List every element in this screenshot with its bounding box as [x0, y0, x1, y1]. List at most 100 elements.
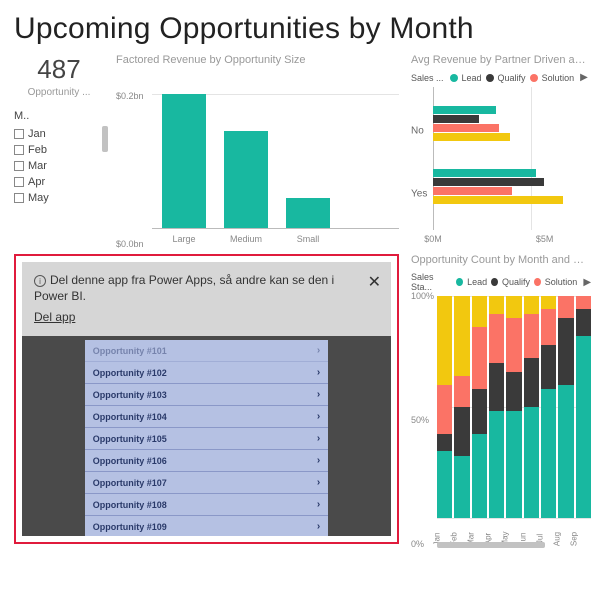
slicer-item-label: Jan	[28, 128, 46, 140]
bar-segment[interactable]	[558, 296, 573, 318]
bar-segment[interactable]	[506, 318, 521, 371]
share-app-link[interactable]: Del app	[34, 310, 75, 324]
bar-segment[interactable]	[558, 318, 573, 385]
hbar[interactable]	[433, 196, 563, 204]
stacked-column[interactable]	[541, 296, 556, 518]
opportunity-list[interactable]: Opportunity #101› Opportunity #102› Oppo…	[85, 340, 329, 536]
list-item[interactable]: Opportunity #101›	[85, 340, 329, 362]
list-item[interactable]: Opportunity #106›	[85, 450, 329, 472]
list-item[interactable]: Opportunity #103›	[85, 384, 329, 406]
list-item[interactable]: Opportunity #107›	[85, 472, 329, 494]
bar-segment[interactable]	[454, 376, 469, 407]
slicer-item-jan[interactable]: Jan	[14, 126, 104, 142]
stacked-column[interactable]	[489, 296, 504, 518]
bar-segment[interactable]	[524, 407, 539, 518]
stacked-column[interactable]	[576, 296, 591, 518]
bar-segment[interactable]	[558, 385, 573, 518]
bar-small[interactable]	[286, 198, 330, 228]
bar-segment[interactable]	[524, 358, 539, 407]
stacked-column[interactable]	[558, 296, 573, 518]
bar-segment[interactable]	[576, 336, 591, 518]
bar-segment[interactable]	[541, 309, 556, 345]
y-tick: 50%	[411, 415, 429, 425]
info-text: iDel denne app fra Power Apps, så andre …	[34, 272, 379, 304]
bar-segment[interactable]	[454, 456, 469, 518]
y-tick: $0.2bn	[116, 91, 144, 101]
bar-segment[interactable]	[541, 389, 556, 518]
chart-opportunity-count[interactable]: Opportunity Count by Month and Sales Sta…	[411, 254, 591, 544]
powerapps-panel: ✕ iDel denne app fra Power Apps, så andr…	[14, 254, 399, 544]
bar-segment[interactable]	[437, 451, 452, 518]
hbar[interactable]	[433, 169, 536, 177]
chart-factored-revenue[interactable]: Factored Revenue by Opportunity Size $0.…	[116, 54, 399, 244]
bar-segment[interactable]	[506, 296, 521, 318]
close-icon[interactable]: ✕	[368, 272, 381, 292]
slicer-item-may[interactable]: May	[14, 190, 104, 206]
chart-scrollbar[interactable]	[437, 542, 545, 548]
list-item[interactable]: Opportunity #102›	[85, 362, 329, 384]
slicer-item-mar[interactable]: Mar	[14, 158, 104, 174]
list-item[interactable]: Opportunity #108›	[85, 494, 329, 516]
bar-segment[interactable]	[472, 389, 487, 433]
stacked-bars	[437, 296, 591, 518]
bar-segment[interactable]	[437, 296, 452, 385]
list-item[interactable]: Opportunity #109›	[85, 516, 329, 536]
bar-segment[interactable]	[472, 327, 487, 389]
bar-segment[interactable]	[489, 296, 504, 314]
hbar[interactable]	[433, 124, 499, 132]
chart-avg-revenue[interactable]: Avg Revenue by Partner Driven and ... Sa…	[411, 54, 591, 244]
legend-more-icon[interactable]: ▶	[580, 72, 588, 83]
bar-segment[interactable]	[489, 314, 504, 363]
checkbox-icon[interactable]	[14, 129, 24, 139]
slicer-item-feb[interactable]: Feb	[14, 142, 104, 158]
bar-segment[interactable]	[454, 407, 469, 456]
bar-segment[interactable]	[576, 296, 591, 309]
chevron-right-icon: ›	[317, 477, 320, 488]
bar-segment[interactable]	[437, 434, 452, 452]
stacked-column[interactable]	[472, 296, 487, 518]
bar-segment[interactable]	[541, 296, 556, 309]
month-slicer[interactable]: Jan Feb Mar Apr May	[14, 126, 104, 206]
bar-segment[interactable]	[472, 434, 487, 518]
y-category: Yes	[411, 188, 427, 199]
list-item[interactable]: Opportunity #104›	[85, 406, 329, 428]
checkbox-icon[interactable]	[14, 193, 24, 203]
bar-segment[interactable]	[506, 411, 521, 518]
legend[interactable]: Sales ... Lead Qualify Solution ▶	[411, 72, 591, 83]
stacked-column[interactable]	[454, 296, 469, 518]
hbar[interactable]	[433, 115, 479, 123]
bar-segment[interactable]	[524, 314, 539, 358]
bar-segment[interactable]	[489, 411, 504, 518]
bar-segment[interactable]	[472, 296, 487, 327]
bar-segment[interactable]	[576, 309, 591, 336]
hbar[interactable]	[433, 133, 510, 141]
bar-segment[interactable]	[489, 363, 504, 412]
checkbox-icon[interactable]	[14, 145, 24, 155]
chevron-right-icon: ›	[317, 433, 320, 444]
slicer-scrollbar[interactable]	[102, 126, 108, 152]
stacked-column[interactable]	[437, 296, 452, 518]
bar-segment[interactable]	[437, 385, 452, 434]
list-item[interactable]: Opportunity #105›	[85, 428, 329, 450]
stacked-column[interactable]	[506, 296, 521, 518]
bar-medium[interactable]	[224, 131, 268, 228]
bar-segment[interactable]	[506, 372, 521, 412]
stacked-column[interactable]	[524, 296, 539, 518]
bar-segment[interactable]	[541, 345, 556, 389]
legend-more-icon[interactable]: ▶	[583, 277, 591, 288]
hbar[interactable]	[433, 187, 512, 195]
chevron-right-icon: ›	[317, 345, 320, 356]
hbar[interactable]	[433, 178, 544, 186]
bar-segment[interactable]	[454, 296, 469, 376]
checkbox-icon[interactable]	[14, 177, 24, 187]
checkbox-icon[interactable]	[14, 161, 24, 171]
legend[interactable]: Sales Sta... Lead Qualify Solution ▶	[411, 272, 591, 292]
bar-segment[interactable]	[524, 296, 539, 314]
list-item-label: Opportunity #108	[93, 500, 167, 510]
x-tick: Medium	[224, 234, 268, 244]
legend-item: Qualify	[498, 73, 526, 83]
slicer-header[interactable]: M..	[14, 110, 104, 122]
bar-large[interactable]	[162, 94, 206, 228]
hbar[interactable]	[433, 106, 496, 114]
slicer-item-apr[interactable]: Apr	[14, 174, 104, 190]
